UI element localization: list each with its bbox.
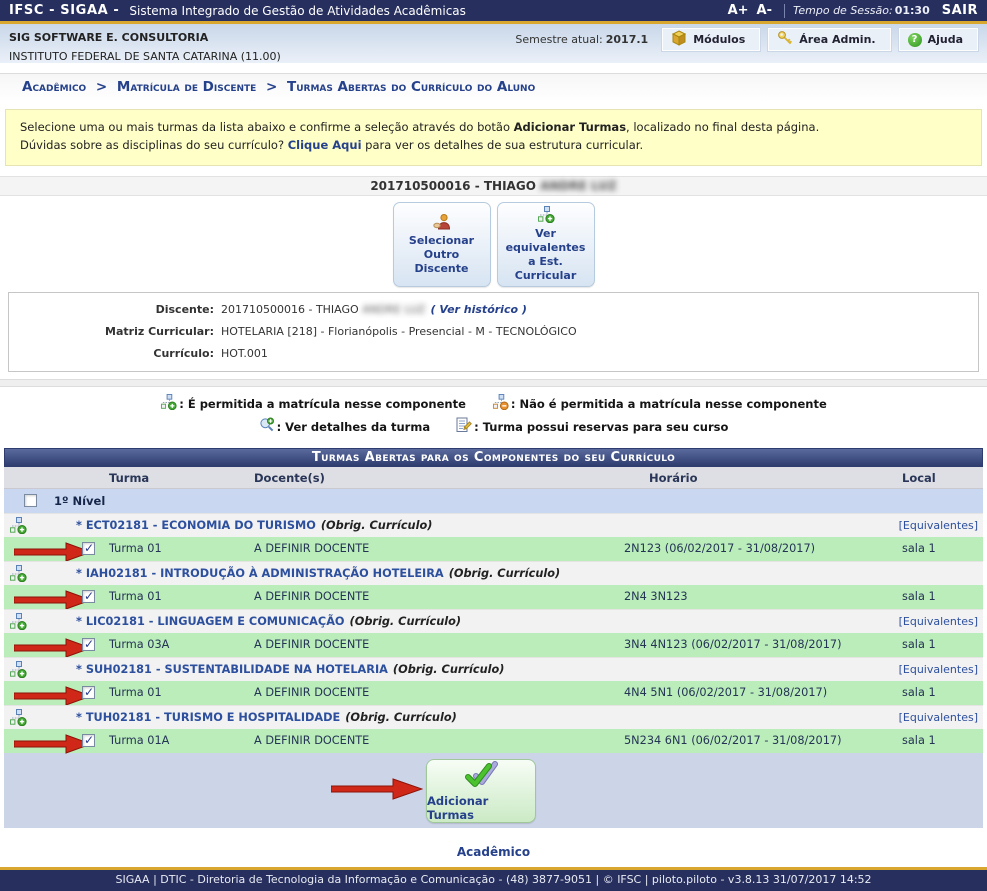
legend-item-reservas: : Turma possui reservas para seu curso — [456, 417, 728, 436]
student-title-bar: 201710500016 - THIAGO ANDRE LUZ — [0, 176, 987, 196]
legend-item-permitida: : É permitida a matrícula nesse componen… — [160, 394, 466, 413]
turma-checkbox[interactable] — [82, 542, 95, 555]
course-header-row: * LIC02181 - LINGUAGEM E COMUNICAÇÃO(Obr… — [4, 609, 983, 633]
turma-checkbox[interactable] — [82, 638, 95, 651]
key-icon — [777, 30, 793, 49]
legend: : É permitida a matrícula nesse componen… — [0, 387, 987, 444]
double-check-icon — [464, 760, 498, 791]
session-timer: Tempo de Sessão:01:30 — [793, 4, 930, 17]
academico-footer-link-wrap: Acadêmico — [0, 845, 987, 867]
turma-checkbox[interactable] — [82, 590, 95, 603]
top-bar: IFSC - SIGAA - Sistema Integrado de Gest… — [0, 0, 987, 21]
open-classes-table: Turmas Abertas para os Componentes do se… — [4, 448, 983, 828]
course-link[interactable]: * ECT02181 - ECONOMIA DO TURISMO — [76, 519, 316, 532]
legend-item-detalhes: : Ver detalhes da turma — [259, 417, 431, 436]
info-row-discente: Discente: 201710500016 - THIAGO ANDRE LU… — [9, 303, 978, 316]
ver-historico-link[interactable]: ( Ver histórico ) — [431, 303, 527, 316]
breadcrumb-turmas-abertas: Turmas Abertas do Currículo do Aluno — [287, 79, 535, 95]
course-link[interactable]: * IAH02181 - INTRODUÇÃO À ADMINISTRAÇÃO … — [76, 567, 444, 580]
course-header-row: * TUH02181 - TURISMO E HOSPITALIDADE(Obr… — [4, 705, 983, 729]
column-header-docentes: Docente(s) — [254, 471, 325, 485]
turma-row: Turma 03A A DEFINIR DOCENTE 3N4 4N123 (0… — [4, 633, 983, 657]
clique-aqui-link[interactable]: Clique Aqui — [288, 138, 362, 152]
org-name: SIG SOFTWARE E. CONSULTORIA — [9, 27, 515, 44]
font-decrease-button[interactable]: A- — [757, 3, 772, 18]
view-equivalents-button[interactable]: Ver equivalentes a Est. Curricular — [497, 202, 595, 288]
breadcrumb-academico[interactable]: Acadêmico — [22, 79, 86, 95]
current-semester: Semestre atual:2017.1 — [515, 28, 648, 46]
annotation-arrow — [14, 734, 92, 757]
info-row-curriculo: Currículo: HOT.001 — [9, 347, 978, 360]
institution-name: INSTITUTO FEDERAL DE SANTA CATARINA (11.… — [9, 44, 515, 63]
help-button[interactable]: ? Ajuda — [899, 28, 978, 51]
turma-row: Turma 01 A DEFINIR DOCENTE 2N123 (06/02/… — [4, 537, 983, 561]
logout-button[interactable]: SAIR — [942, 3, 978, 18]
ver-detalhes-icon — [259, 417, 275, 436]
section-divider — [0, 379, 987, 387]
course-header-row: * IAH02181 - INTRODUÇÃO À ADMINISTRAÇÃO … — [4, 561, 983, 585]
matricula-nao-permitida-icon — [492, 394, 509, 413]
footer-bar: SIGAA | DTIC - Diretoria de Tecnologia d… — [0, 870, 987, 891]
course-header-row: * ECT02181 - ECONOMIA DO TURISMO(Obrig. … — [4, 513, 983, 537]
equivalentes-link[interactable]: [Equivalentes] — [899, 519, 978, 532]
course-link[interactable]: * SUH02181 - SUSTENTABILIDADE NA HOTELAR… — [76, 663, 388, 676]
area-admin-button[interactable]: Área Admin. — [768, 28, 890, 51]
column-header-turma: Turma — [109, 471, 149, 485]
equivalentes-link[interactable]: [Equivalentes] — [899, 663, 978, 676]
annotation-arrow — [331, 778, 423, 803]
equivalentes-link[interactable]: [Equivalentes] — [899, 711, 978, 724]
turma-checkbox[interactable] — [82, 686, 95, 699]
level-select-all-checkbox[interactable] — [24, 494, 37, 507]
level-label: 1º Nível — [54, 494, 105, 508]
turma-checkbox[interactable] — [82, 734, 95, 747]
select-student-person-icon — [432, 213, 452, 234]
course-link[interactable]: * LIC02181 - LINGUAGEM E COMUNICAÇÃO — [76, 615, 345, 628]
adicionar-turmas-button[interactable]: Adicionar Turmas — [426, 759, 536, 823]
help-icon: ? — [908, 33, 922, 47]
instructions-notice: Selecione uma ou mais turmas da lista ab… — [5, 109, 982, 166]
course-header-row: * SUH02181 - SUSTENTABILIDADE NA HOTELAR… — [4, 657, 983, 681]
sub-header: SIG SOFTWARE E. CONSULTORIA INSTITUTO FE… — [0, 24, 987, 63]
select-other-student-button[interactable]: Selecionar Outro Discente — [393, 202, 491, 288]
student-info-panel: Discente: 201710500016 - THIAGO ANDRE LU… — [8, 292, 979, 372]
font-increase-button[interactable]: A+ — [728, 3, 749, 18]
app-title: Sistema Integrado de Gestão de Atividade… — [129, 4, 466, 18]
turma-reservas-icon — [456, 417, 472, 436]
matricula-permitida-icon — [9, 613, 27, 633]
matricula-permitida-icon — [9, 661, 27, 681]
student-actions: Selecionar Outro Discente Ver equivalent… — [0, 202, 987, 288]
table-title: Turmas Abertas para os Componentes do se… — [4, 448, 983, 467]
table-column-headers: Turma Docente(s) Horário Local — [4, 467, 983, 489]
turma-row: Turma 01A A DEFINIR DOCENTE 5N234 6N1 (0… — [4, 729, 983, 753]
brand: IFSC - SIGAA - — [9, 3, 119, 18]
table-footer: Adicionar Turmas — [4, 753, 983, 828]
academico-link[interactable]: Acadêmico — [457, 845, 530, 859]
equivalentes-link[interactable]: [Equivalentes] — [899, 615, 978, 628]
breadcrumb: Acadêmico > Matrícula de Discente > Turm… — [0, 73, 987, 102]
level-row: 1º Nível — [4, 489, 983, 513]
breadcrumb-matricula-discente[interactable]: Matrícula de Discente — [117, 79, 256, 95]
matricula-permitida-icon — [9, 565, 27, 585]
modules-button[interactable]: Módulos — [662, 28, 760, 51]
column-header-horario: Horário — [649, 471, 697, 485]
divider — [784, 4, 785, 18]
matricula-permitida-icon — [9, 517, 27, 537]
turma-row: Turma 01 A DEFINIR DOCENTE 4N4 5N1 (06/0… — [4, 681, 983, 705]
legend-item-nao-permitida: : Não é permitida a matrícula nesse comp… — [492, 394, 827, 413]
course-link[interactable]: * TUH02181 - TURISMO E HOSPITALIDADE — [76, 711, 340, 724]
modules-cube-icon — [671, 30, 687, 49]
turma-row: Turma 01 A DEFINIR DOCENTE 2N4 3N123 sal… — [4, 585, 983, 609]
redacted-name: ANDRE LUZ — [540, 179, 617, 193]
curriculum-structure-icon — [537, 206, 555, 227]
redacted-name: ANDRE LUZ — [362, 303, 425, 316]
column-header-local: Local — [902, 471, 936, 485]
info-row-matriz: Matriz Curricular: HOTELARIA [218] - Flo… — [9, 325, 978, 338]
matricula-permitida-icon — [9, 709, 27, 729]
matricula-permitida-icon — [160, 394, 177, 413]
